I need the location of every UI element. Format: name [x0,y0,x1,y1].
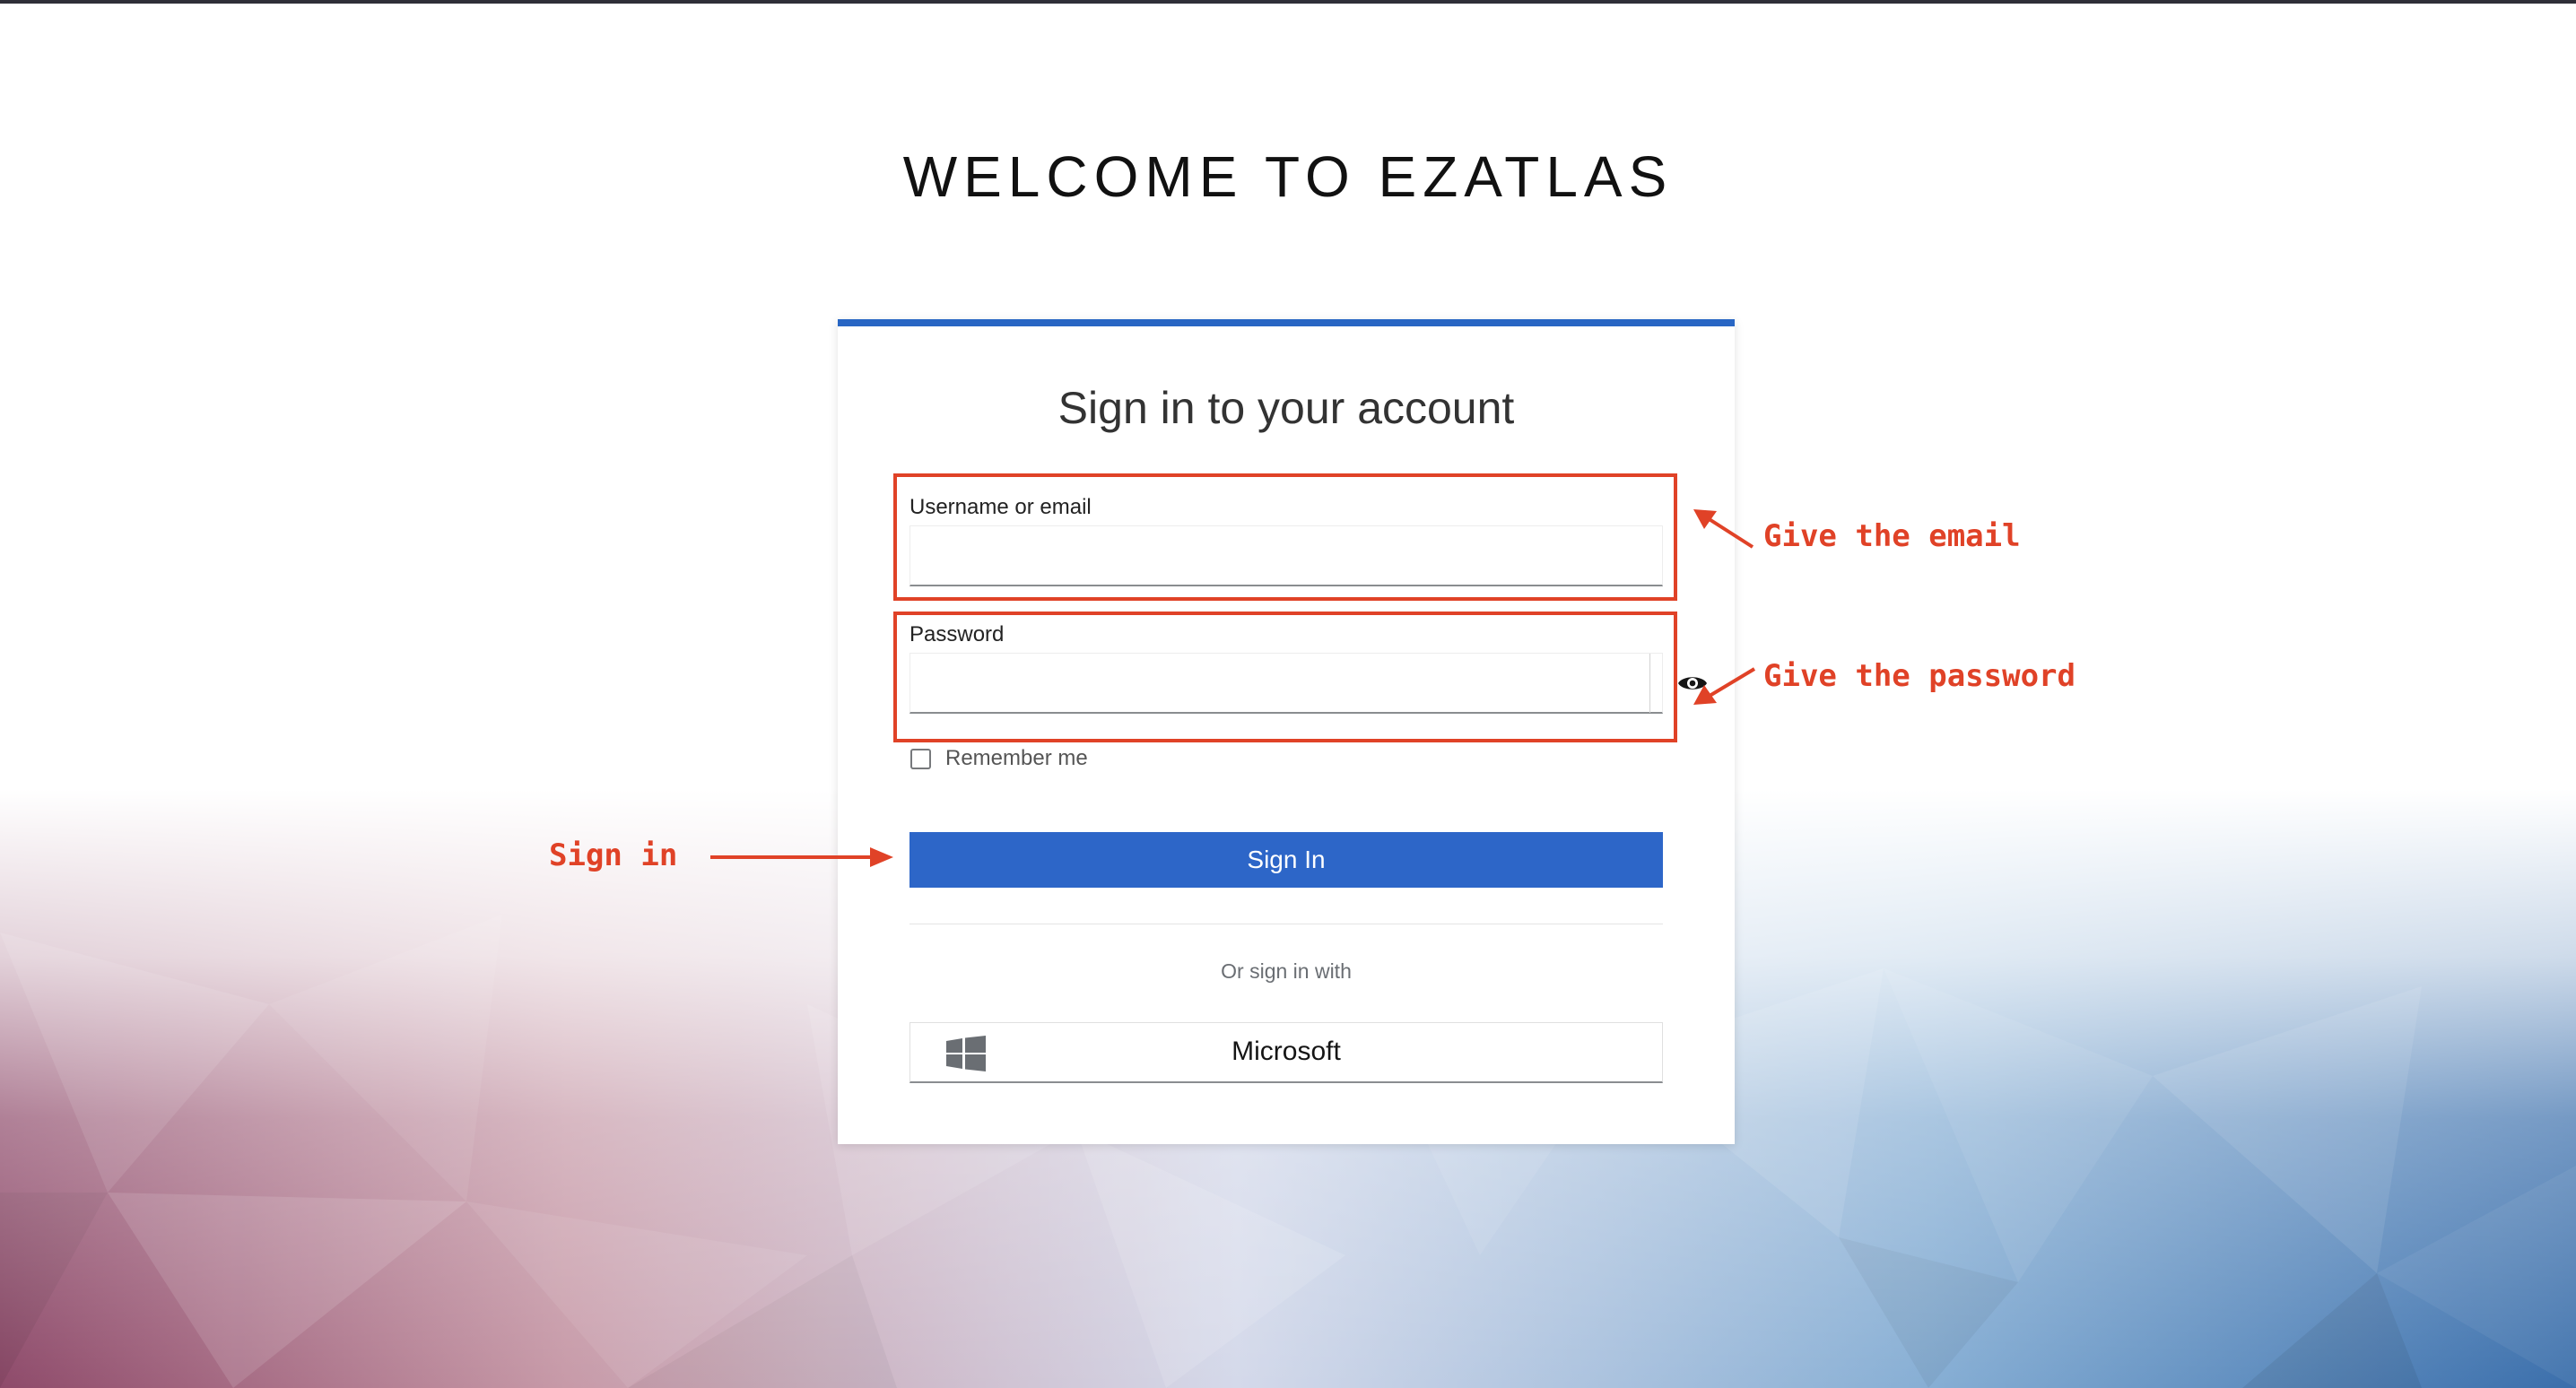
remember-me-label: Remember me [945,746,1088,770]
email-highlight-box [893,473,1677,601]
password-highlight-box [893,612,1677,742]
password-annotation: Give the password [1763,658,2076,694]
remember-me-checkbox[interactable] [910,749,931,769]
sign-in-button[interactable]: Sign In [909,832,1663,888]
microsoft-label: Microsoft [1231,1037,1341,1066]
microsoft-sign-in-button[interactable]: Microsoft [909,1022,1663,1083]
card-title: Sign in to your account [1057,383,1515,433]
email-annotation: Give the email [1763,518,2021,554]
sign-in-annotation: Sign in [549,837,678,873]
eye-icon [1677,677,1707,690]
welcome-heading: WELCOME TO EZATLAS [902,144,1674,209]
or-sign-in-with-text: Or sign in with [1221,959,1352,983]
